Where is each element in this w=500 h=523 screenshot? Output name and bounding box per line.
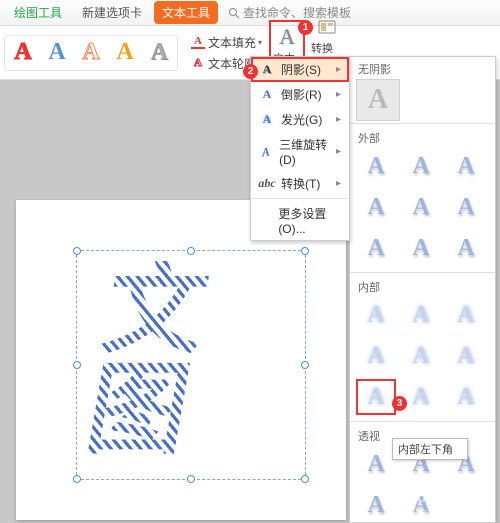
menu-item-reflection[interactable]: A 倒影(R) ▸ (251, 82, 349, 107)
resize-handle[interactable] (187, 247, 195, 255)
submenu-arrow-icon: ▸ (336, 114, 341, 125)
text-fill-icon: A (191, 35, 205, 49)
shadow-preset[interactable]: A (446, 297, 486, 333)
resize-handle[interactable] (301, 361, 309, 369)
menu-separator (251, 198, 349, 199)
label: 更多设置(O)... (278, 205, 341, 236)
menu-item-3d-rotation[interactable]: A 三维旋转(D) ▸ (251, 132, 349, 171)
shadow-none-thumb[interactable]: A (356, 79, 400, 121)
search-icon (228, 7, 240, 19)
section-heading-none: 无阴影 (350, 57, 495, 79)
shadow-preset[interactable]: A (446, 338, 486, 374)
label: 转换(T) (281, 175, 320, 192)
tab-drawing-tools[interactable]: 绘图工具 (6, 1, 70, 24)
text-effects-icon: A (279, 24, 295, 50)
text-style-preset[interactable]: A (9, 38, 37, 68)
shadow-preset-selected[interactable]: A (356, 379, 396, 415)
shadow-preset[interactable]: A (401, 338, 441, 374)
tab-new[interactable]: 新建选项卡 (74, 1, 150, 24)
shadow-preset[interactable]: A (356, 446, 396, 482)
reflection-icon: A (259, 87, 275, 103)
outer-row: A A A A A A A A A (350, 148, 495, 270)
text-style-preset[interactable]: A (43, 38, 71, 68)
shadow-preset[interactable]: A (356, 338, 396, 374)
resize-handle[interactable] (301, 247, 309, 255)
menu-item-more-settings[interactable]: 更多设置(O)... (251, 201, 349, 240)
watermark-url: jingyan.baidu.com (396, 507, 492, 517)
watermark: Baidu 经验 jingyan.baidu.com (396, 487, 492, 517)
resize-handle[interactable] (73, 361, 81, 369)
shadow-preset[interactable]: A (356, 230, 396, 266)
label: 阴影(S) (281, 61, 321, 78)
shadow-preset[interactable]: A (401, 230, 441, 266)
shadow-preset[interactable]: A (446, 189, 486, 225)
text-effects-menu: A 阴影(S) ▸ A 倒影(R) ▸ A 发光(G) ▸ A 三维旋转(D) … (250, 56, 350, 241)
text-fill-button[interactable]: A 文本填充 ▾ (188, 33, 265, 52)
rotate3d-icon: A (259, 142, 272, 161)
shadow-preset[interactable]: A (401, 189, 441, 225)
shadow-preset[interactable]: A (356, 487, 396, 523)
shadow-preset[interactable]: A (401, 148, 441, 184)
preset-tooltip: 内部左下角 (392, 438, 468, 460)
diagram-icon (316, 18, 338, 40)
shadow-preset[interactable]: A (446, 379, 486, 415)
submenu-arrow-icon: ▸ (336, 89, 341, 100)
label: 三维旋转(D) (279, 136, 336, 167)
submenu-arrow-icon: ▸ (336, 178, 341, 189)
inner-row: A A A A A A A A A (350, 297, 495, 419)
shadow-preset[interactable]: A (356, 297, 396, 333)
section-heading-inner: 内部 (350, 275, 495, 297)
selection-box[interactable]: 文 图 (76, 250, 306, 480)
shadow-preset[interactable]: A (356, 189, 396, 225)
separator (350, 421, 495, 422)
shadow-preset[interactable]: A (356, 148, 396, 184)
glow-icon: A (259, 112, 275, 128)
separator (350, 272, 495, 273)
shadow-preset[interactable]: A (446, 230, 486, 266)
resize-handle[interactable] (187, 475, 195, 483)
shadow-icon: A (259, 62, 275, 78)
separator (350, 123, 495, 124)
wordart-text[interactable]: 文 图 (79, 261, 214, 461)
menu-item-transform[interactable]: abc 转换(T) ▸ (251, 171, 349, 196)
dropdown-icon: ▾ (258, 38, 262, 47)
menu-item-glow[interactable]: A 发光(G) ▸ (251, 107, 349, 132)
label: 文本填充 (208, 34, 256, 51)
resize-handle[interactable] (73, 247, 81, 255)
shadow-preset[interactable]: A (446, 148, 486, 184)
tab-text-tools[interactable]: 文本工具 (154, 1, 218, 24)
text-outline-icon: A (191, 56, 205, 70)
menu-item-shadow[interactable]: A 阴影(S) ▸ (251, 57, 349, 82)
resize-handle[interactable] (73, 475, 81, 483)
submenu-arrow-icon: ▸ (336, 146, 341, 157)
label: 倒影(R) (281, 86, 322, 103)
text-style-preset[interactable]: A (111, 38, 139, 68)
callout-badge-3: 3 (392, 396, 407, 411)
shadow-preset[interactable]: A (401, 297, 441, 333)
submenu-arrow-icon: ▸ (336, 64, 341, 75)
slide-page[interactable]: 文 图 (16, 200, 346, 520)
label: 发光(G) (281, 111, 322, 128)
resize-handle[interactable] (301, 475, 309, 483)
text-style-gallery[interactable]: A A A A A (4, 35, 178, 71)
shadow-preset[interactable]: A (401, 379, 441, 415)
transform-icon: abc (259, 176, 275, 192)
callout-badge-1: 1 (298, 20, 313, 35)
watermark-brand: Baidu 经验 (396, 489, 467, 505)
text-style-preset[interactable]: A (145, 38, 173, 68)
text-style-preset[interactable]: A (77, 38, 105, 68)
section-heading-outer: 外部 (350, 126, 495, 148)
ribbon-tabs: 绘图工具 新建选项卡 文本工具 查找命令、搜索模板 (0, 0, 500, 26)
callout-badge-2: 2 (243, 64, 258, 79)
